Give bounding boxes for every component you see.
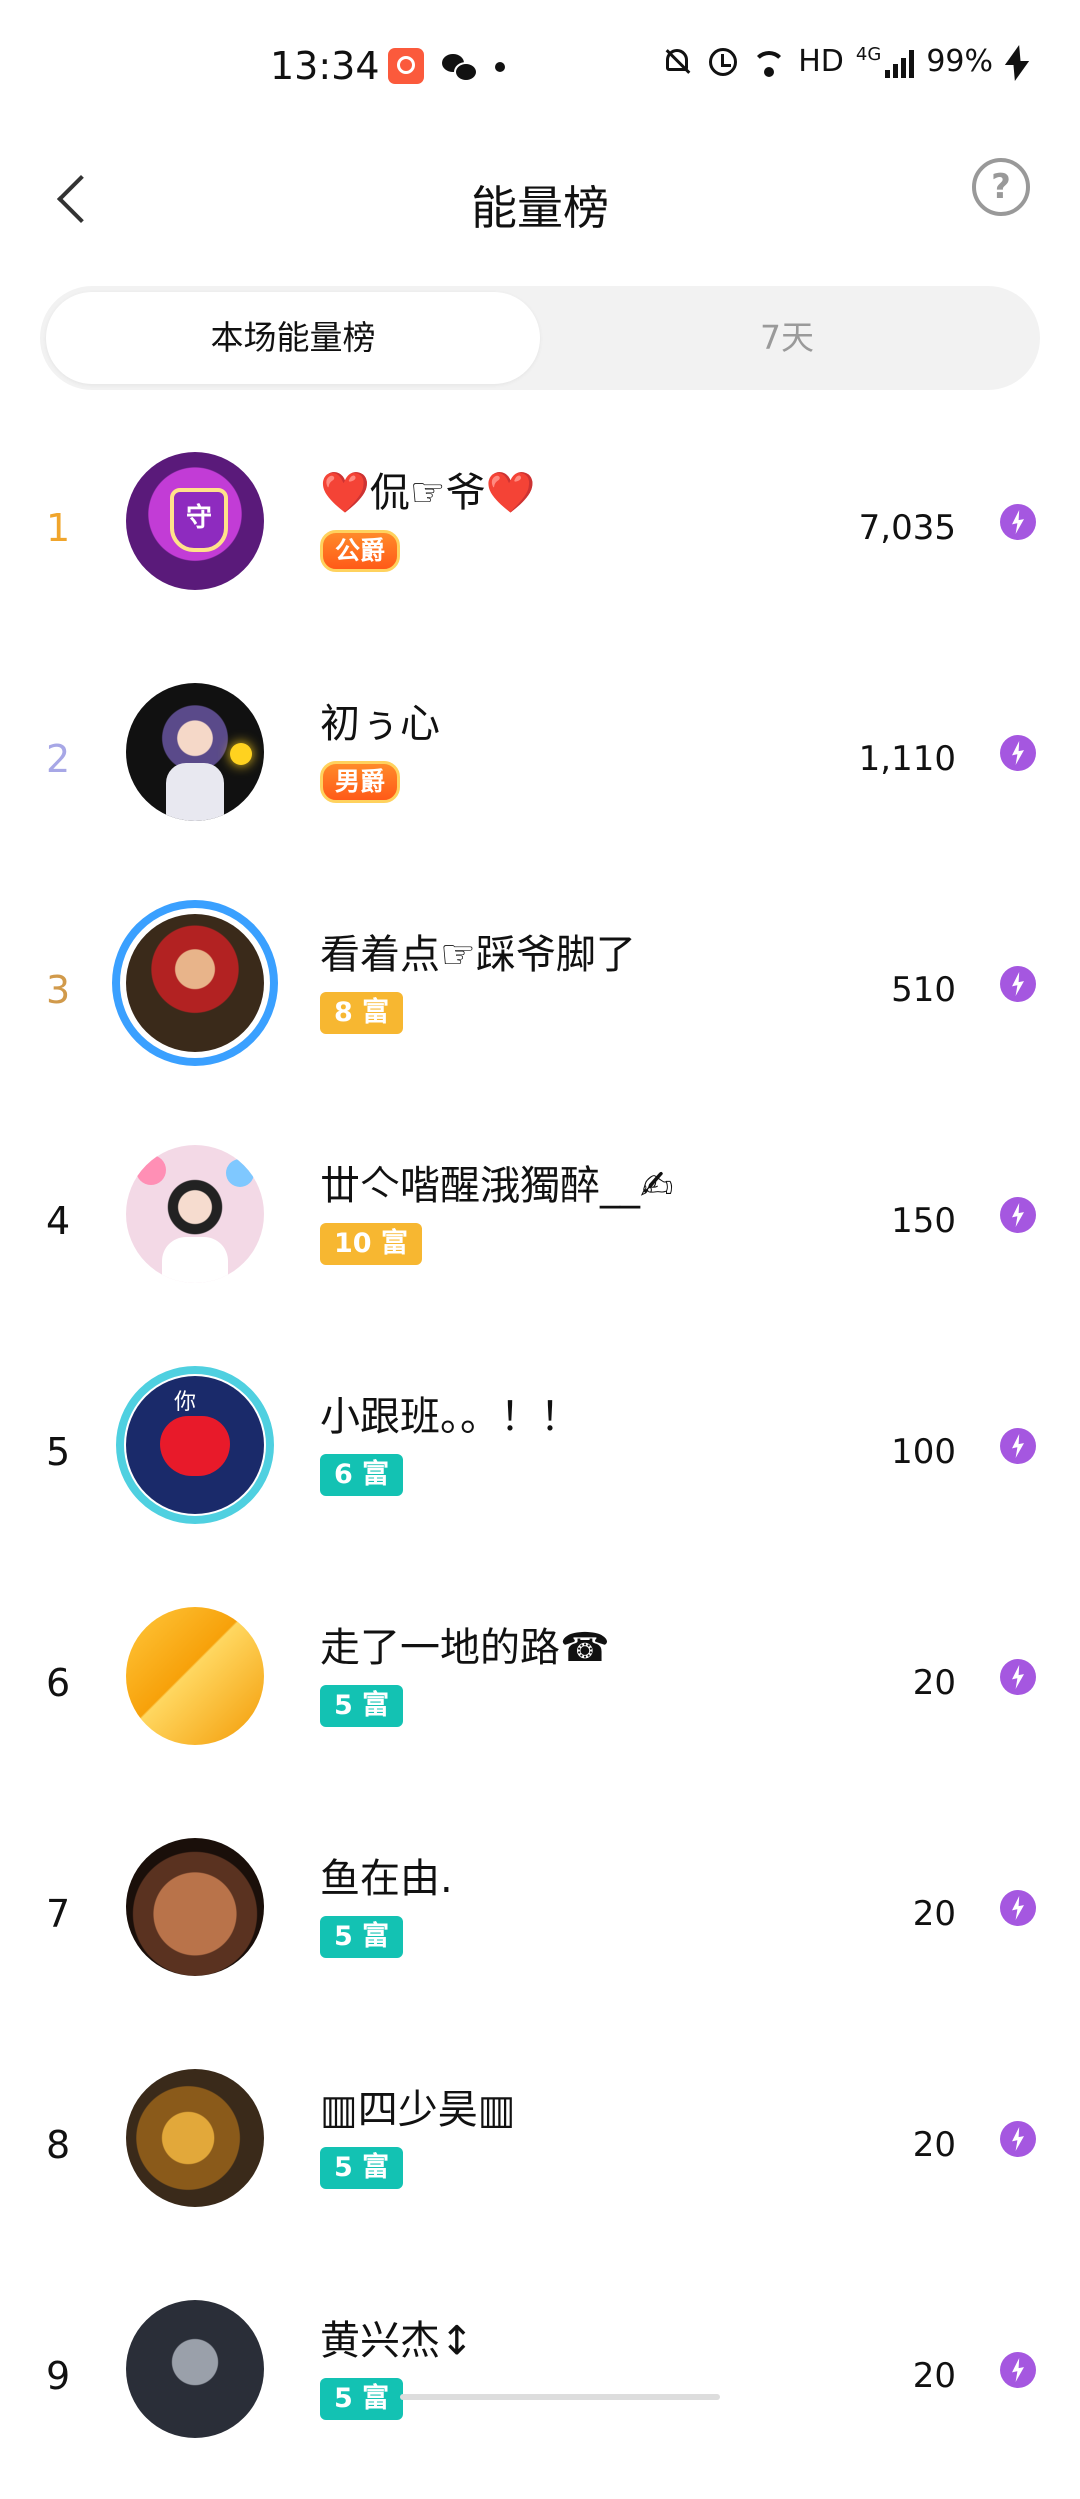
ranking-row[interactable]: 5 你 小跟班。。！！ 6 富 100	[0, 1344, 1080, 1575]
user-name: 走了一地的路☎	[320, 1625, 610, 1671]
lightning-energy-icon	[1000, 966, 1036, 1002]
noble-badge: 男爵	[320, 761, 401, 803]
avatar[interactable]	[126, 2069, 264, 2207]
battery-level: 99%	[926, 44, 993, 79]
ranking-row[interactable]: 3 看着点☞踩爷脚了 8 富 510	[0, 882, 1080, 1113]
ranking-row[interactable]: 7 鱼在由. 5 富 20	[0, 1806, 1080, 2037]
user-name: 丗亽喈醒涐獨醉__✍	[320, 1163, 674, 1209]
top-app-bar: 能量榜 ?	[0, 140, 1080, 260]
energy-value: 20	[912, 1663, 956, 1703]
lightning-energy-icon	[1000, 2352, 1036, 2388]
wealth-badge: 5 富	[320, 1685, 404, 1727]
user-name: ▥四少昊▥	[320, 2087, 516, 2133]
user-name: 初ぅ心	[320, 701, 440, 747]
avatar[interactable]	[126, 914, 264, 1052]
lightning-energy-icon	[1000, 735, 1036, 771]
avatar[interactable]: 守	[126, 452, 264, 590]
lightning-energy-icon	[1000, 1428, 1036, 1464]
rank-number: 5	[46, 1430, 71, 1474]
question-circle-icon: ?	[991, 167, 1011, 207]
rank-number: 1	[46, 506, 71, 550]
rank-number: 2	[46, 737, 71, 781]
rank-number: 8	[46, 2123, 71, 2167]
energy-value: 510	[891, 970, 956, 1010]
user-name: ❤️侃☞爷❤️	[320, 470, 536, 516]
lightning-energy-icon	[1000, 1890, 1036, 1926]
kuaishou-notification-icon	[388, 48, 424, 84]
energy-value: 20	[912, 2125, 956, 2165]
help-button[interactable]: ?	[972, 158, 1030, 216]
wealth-badge: 5 富	[320, 2147, 404, 2189]
ranking-row[interactable]: 8 ▥四少昊▥ 5 富 20	[0, 2037, 1080, 2268]
avatar[interactable]	[126, 1145, 264, 1283]
lightning-energy-icon	[1000, 2121, 1036, 2157]
ranking-row[interactable]: 4 丗亽喈醒涐獨醉__✍ 10 富 150	[0, 1113, 1080, 1344]
ranking-row[interactable]: 1 守 ❤️侃☞爷❤️ 公爵 7,035	[0, 420, 1080, 651]
wealth-badge: 6 富	[320, 1454, 404, 1496]
energy-value: 1,110	[858, 739, 956, 779]
network-hd-label: HD	[798, 44, 844, 79]
energy-value: 150	[891, 1201, 956, 1241]
lightning-energy-icon	[1000, 1659, 1036, 1695]
avatar[interactable]: 你	[126, 1376, 264, 1514]
mute-bell-icon	[660, 45, 694, 79]
ranking-tab-bar: 本场能量榜 7天	[40, 286, 1040, 390]
ranking-row[interactable]: 9 黄兴杰↕ 5 富 20	[0, 2268, 1080, 2499]
page-title: 能量榜	[471, 181, 609, 235]
wealth-badge: 8 富	[320, 992, 404, 1034]
avatar[interactable]	[126, 1607, 264, 1745]
tab-7-days[interactable]: 7天	[540, 292, 1034, 384]
status-right-cluster: HD 4G 99%	[660, 44, 1025, 79]
rank-number: 6	[46, 1661, 71, 1705]
signal-icon	[885, 46, 915, 78]
rank-number: 7	[46, 1892, 71, 1936]
energy-value: 20	[912, 2356, 956, 2396]
rank-number: 9	[46, 2354, 71, 2398]
wechat-notification-icon	[440, 48, 478, 84]
lightning-energy-icon	[1000, 504, 1036, 540]
wealth-badge: 5 富	[320, 1916, 404, 1958]
noble-badge: 公爵	[320, 530, 401, 572]
status-bar: 13:34 HD 4G 99%	[0, 0, 1080, 140]
energy-value: 7,035	[858, 508, 956, 548]
tab-current-session[interactable]: 本场能量榜	[46, 292, 540, 384]
user-name: 看着点☞踩爷脚了	[320, 932, 636, 978]
wifi-icon	[752, 45, 787, 79]
charging-icon	[1005, 45, 1025, 79]
avatar[interactable]	[126, 2300, 264, 2438]
ranking-row[interactable]: 2 初ぅ心 男爵 1,110	[0, 651, 1080, 882]
rank-number: 3	[46, 968, 71, 1012]
ranking-list: 1 守 ❤️侃☞爷❤️ 公爵 7,035 2 初ぅ心 男爵 1,110 3 看着…	[0, 420, 1080, 2499]
rank-number: 4	[46, 1199, 71, 1243]
user-name: 黄兴杰↕	[320, 2318, 474, 2364]
status-time: 13:34	[270, 44, 380, 88]
avatar[interactable]	[126, 683, 264, 821]
alarm-icon	[706, 45, 740, 79]
signal-type-label: 4G	[855, 44, 882, 65]
lightning-energy-icon	[1000, 1197, 1036, 1233]
energy-value: 20	[912, 1894, 956, 1934]
scroll-indicator	[400, 2394, 720, 2400]
ranking-row[interactable]: 6 走了一地的路☎ 5 富 20	[0, 1575, 1080, 1806]
user-name: 小跟班。。！！	[320, 1394, 580, 1440]
wealth-badge: 10 富	[320, 1223, 422, 1265]
energy-value: 100	[891, 1432, 956, 1472]
more-notifications-dot-icon	[495, 62, 505, 72]
avatar[interactable]	[126, 1838, 264, 1976]
wealth-badge: 5 富	[320, 2378, 404, 2420]
user-name: 鱼在由.	[320, 1856, 453, 1902]
